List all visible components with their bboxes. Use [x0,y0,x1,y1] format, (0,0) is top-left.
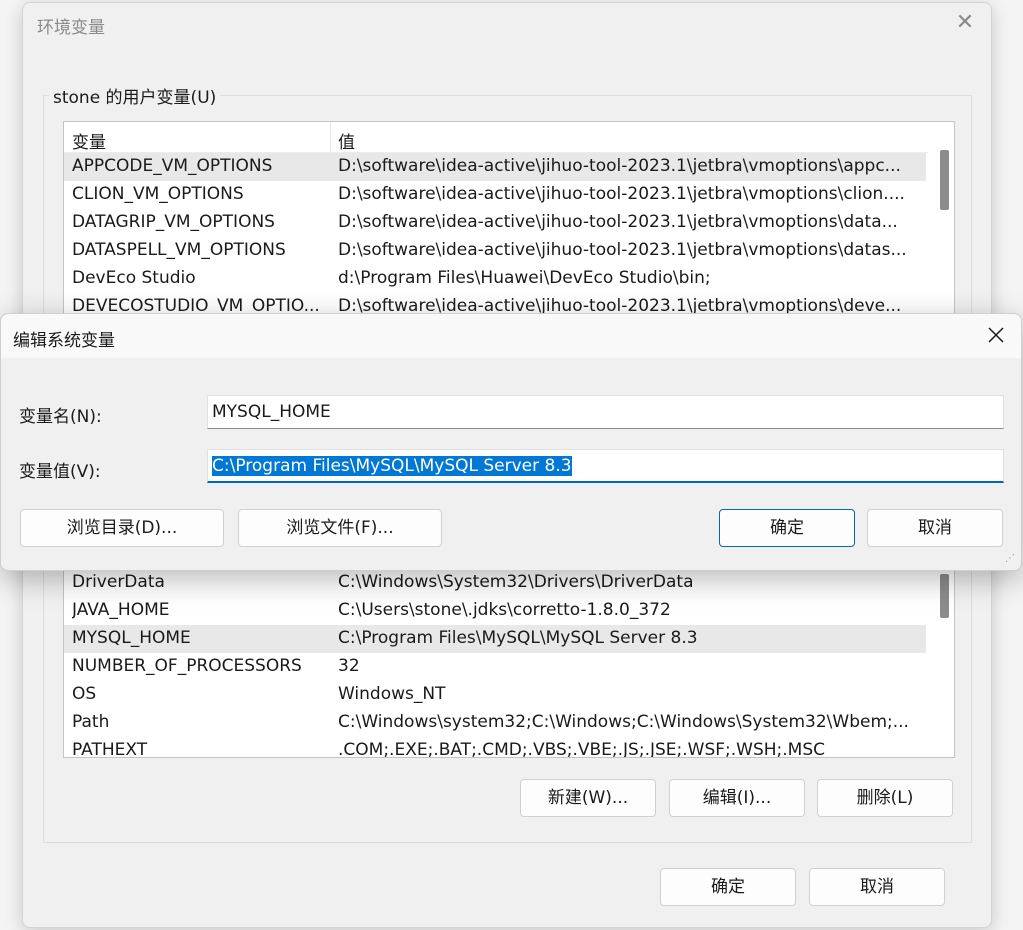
browse-file-button[interactable]: 浏览文件(F)... [238,509,442,547]
group-title: stone 的用户变量(U) [49,83,221,108]
row-value: d:\Program Files\Huawei\DevEco Studio\bi… [338,268,711,288]
table-row[interactable]: Path C:\Windows\system32;C:\Windows;C:\W… [64,709,926,737]
close-icon[interactable] [983,322,1009,348]
row-value: C:\Windows\System32\Drivers\DriverData [338,572,694,592]
browse-directory-button[interactable]: 浏览目录(D)... [20,509,224,547]
row-value: Windows_NT [338,684,446,704]
row-value: .COM;.EXE;.BAT;.CMD;.VBS;.VBE;.JS;.JSE;.… [338,740,826,758]
dialog-titlebar: 编辑系统变量 [1,314,1021,358]
variable-name-label: 变量名(N): [19,407,102,427]
table-row[interactable]: OS Windows_NT [64,681,926,709]
variable-name-text: MYSQL_HOME [212,402,331,422]
row-name: DATAGRIP_VM_OPTIONS [72,212,275,232]
row-name: Path [72,712,110,732]
table-row[interactable]: DATAGRIP_VM_OPTIONS D:\software\idea-act… [64,209,926,237]
edit-system-variable-dialog: 编辑系统变量 变量名(N): MYSQL_HOME 变量值(V): C:\Pro… [0,313,1022,571]
table-row[interactable]: NUMBER_OF_PROCESSORS 32 [64,653,926,681]
row-value: C:\Program Files\MySQL\MySQL Server 8.3 [338,628,698,648]
window-title: 环境变量 [37,18,105,38]
cancel-button[interactable]: 取消 [867,509,1003,547]
ok-button[interactable]: 确定 [660,868,796,906]
list-header: 变量 值 [64,122,928,153]
table-row[interactable]: DriverData C:\Windows\System32\Drivers\D… [64,569,926,597]
table-row[interactable]: JAVA_HOME C:\Users\stone\.jdks\corretto-… [64,597,926,625]
dialog-title: 编辑系统变量 [13,331,115,351]
scrollbar-thumb[interactable] [940,574,949,618]
row-value: D:\software\idea-active\jihuo-tool-2023.… [338,240,907,260]
scrollbar-thumb[interactable] [940,150,949,210]
variable-value-input[interactable]: C:\Program Files\MySQL\MySQL Server 8.3 [207,449,1004,483]
row-name: DriverData [72,572,165,592]
resize-grip-icon[interactable]: ⋰ [1005,554,1017,566]
row-name: NUMBER_OF_PROCESSORS [72,656,302,676]
row-name: JAVA_HOME [72,600,170,620]
row-name: DevEco Studio [72,268,196,288]
close-icon[interactable]: ✕ [953,11,977,35]
table-row[interactable]: DevEco Studio d:\Program Files\Huawei\De… [64,265,926,293]
row-name: MYSQL_HOME [72,628,191,648]
row-name: PATHEXT [72,740,148,758]
column-header-variable[interactable]: 变量 [72,128,106,153]
edit-button[interactable]: 编辑(I)... [669,779,805,817]
table-row[interactable]: DATASPELL_VM_OPTIONS D:\software\idea-ac… [64,237,926,265]
row-value: D:\software\idea-active\jihuo-tool-2023.… [338,184,905,204]
row-value: C:\Windows\system32;C:\Windows;C:\Window… [338,712,909,732]
variable-value-text: C:\Program Files\MySQL\MySQL Server 8.3 [212,456,572,476]
row-name: DATASPELL_VM_OPTIONS [72,240,286,260]
row-value: D:\software\idea-active\jihuo-tool-2023.… [338,156,901,176]
new-button[interactable]: 新建(W)... [520,779,656,817]
row-name: CLION_VM_OPTIONS [72,184,244,204]
delete-button[interactable]: 删除(L) [817,779,953,817]
table-row[interactable]: CLION_VM_OPTIONS D:\software\idea-active… [64,181,926,209]
row-name: OS [72,684,97,704]
ok-button[interactable]: 确定 [719,509,855,547]
table-row[interactable]: PATHEXT .COM;.EXE;.BAT;.CMD;.VBS;.VBE;.J… [64,737,926,758]
variable-name-input[interactable]: MYSQL_HOME [207,395,1004,429]
variable-value-label: 变量值(V): [19,462,101,482]
cancel-button[interactable]: 取消 [809,868,945,906]
table-row[interactable]: MYSQL_HOME C:\Program Files\MySQL\MySQL … [64,625,926,653]
row-value: C:\Users\stone\.jdks\corretto-1.8.0_372 [338,600,671,620]
row-name: APPCODE_VM_OPTIONS [72,156,273,176]
column-divider[interactable] [330,122,331,152]
row-value: D:\software\idea-active\jihuo-tool-2023.… [338,212,898,232]
row-value: 32 [338,656,360,676]
column-header-value[interactable]: 值 [338,128,355,153]
table-row[interactable]: APPCODE_VM_OPTIONS D:\software\idea-acti… [64,153,926,181]
